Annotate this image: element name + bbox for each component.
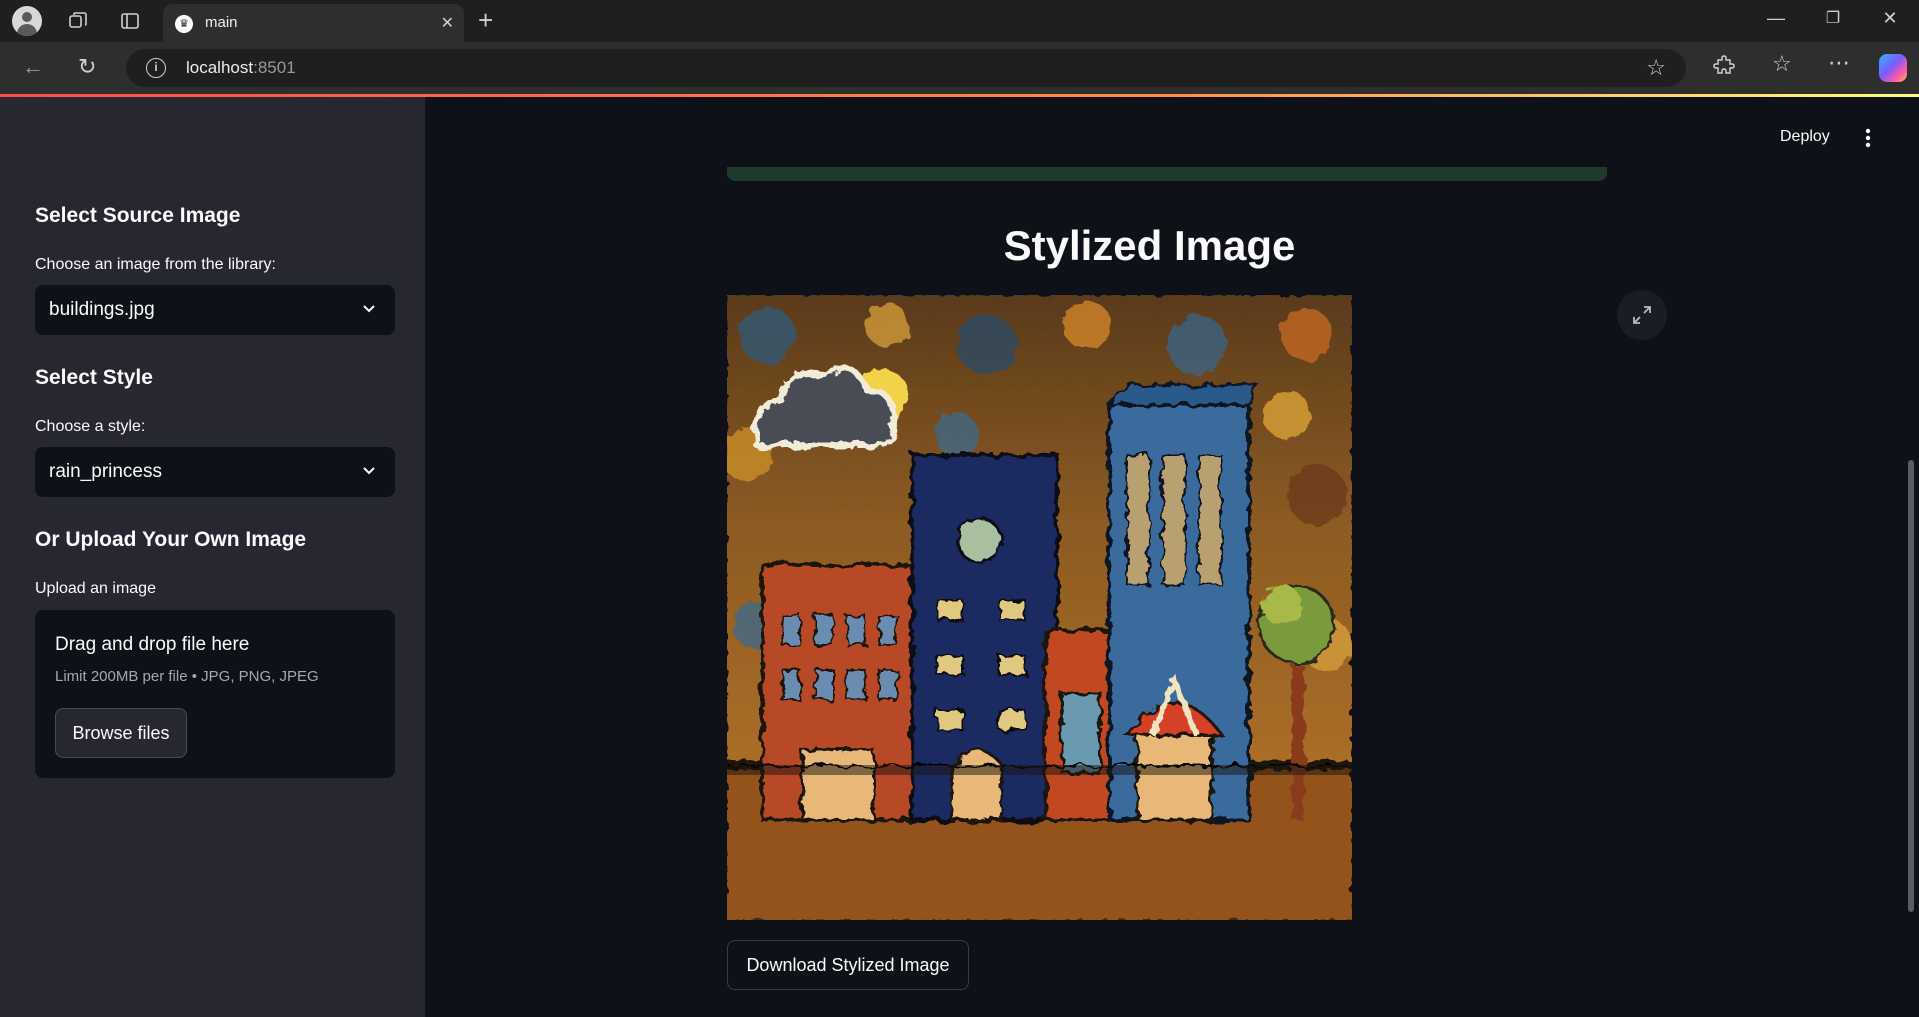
tab-main[interactable]: ♛ main ✕ (163, 4, 464, 42)
reload-icon[interactable]: ↻ (78, 55, 96, 79)
deploy-button[interactable]: Deploy (1780, 128, 1830, 146)
main-menu-icon[interactable] (1860, 126, 1876, 150)
browse-files-button[interactable]: Browse files (55, 708, 187, 758)
browser-address-bar: ← ↻ i localhost:8501 ☆ ☆ ⋯ (0, 42, 1919, 94)
stylized-image (727, 295, 1352, 920)
favorites-icon[interactable]: ☆ (1772, 51, 1792, 77)
dropzone-title: Drag and drop file here (55, 634, 250, 655)
workspaces-icon[interactable] (64, 8, 92, 34)
restore-icon[interactable]: ❐ (1813, 8, 1853, 28)
success-message-bar (727, 167, 1607, 181)
new-tab-icon[interactable]: + (478, 6, 493, 34)
style-label: Choose a style: (35, 418, 146, 435)
profile-avatar-icon[interactable] (12, 6, 42, 36)
url-text: localhost:8501 (186, 58, 296, 77)
vertical-tabs-icon[interactable] (116, 8, 144, 34)
style-select[interactable]: rain_princess (35, 447, 395, 497)
file-dropzone[interactable]: Drag and drop file here Limit 200MB per … (35, 610, 395, 778)
library-select-value: buildings.jpg (49, 299, 155, 320)
chevron-down-icon (363, 305, 375, 313)
copilot-icon[interactable] (1879, 54, 1907, 82)
upload-label: Upload an image (35, 580, 156, 597)
dropzone-limit: Limit 200MB per file • JPG, PNG, JPEG (55, 668, 319, 685)
more-options-icon[interactable]: ⋯ (1828, 50, 1850, 76)
download-stylized-image-button[interactable]: Download Stylized Image (727, 940, 969, 990)
extensions-icon[interactable] (1713, 54, 1735, 82)
back-arrow-icon[interactable]: ← (22, 55, 44, 79)
sidebar (0, 97, 425, 1017)
page-title: Stylized Image (1003, 222, 1296, 269)
minimize-icon[interactable]: — (1756, 8, 1796, 29)
streamlit-favicon-icon: ♛ (175, 15, 193, 33)
chevron-down-icon (363, 467, 375, 475)
style-heading: Select Style (35, 366, 153, 389)
browser-tab-bar: ♛ main ✕ + — ❐ ✕ (0, 0, 1919, 42)
tab-title: main (205, 14, 238, 31)
upload-heading: Or Upload Your Own Image (35, 528, 307, 551)
favorite-star-icon[interactable]: ☆ (1646, 55, 1666, 81)
scrollbar[interactable] (1908, 460, 1914, 912)
style-select-value: rain_princess (49, 461, 162, 482)
library-label: Choose an image from the library: (35, 256, 276, 273)
library-select[interactable]: buildings.jpg (35, 285, 395, 335)
url-field[interactable]: i localhost:8501 ☆ (126, 49, 1686, 87)
site-info-icon[interactable]: i (146, 58, 166, 78)
fullscreen-icon[interactable] (1617, 290, 1667, 340)
close-window-icon[interactable]: ✕ (1870, 8, 1910, 29)
close-tab-icon[interactable]: ✕ (441, 13, 454, 33)
source-heading: Select Source Image (35, 204, 241, 227)
